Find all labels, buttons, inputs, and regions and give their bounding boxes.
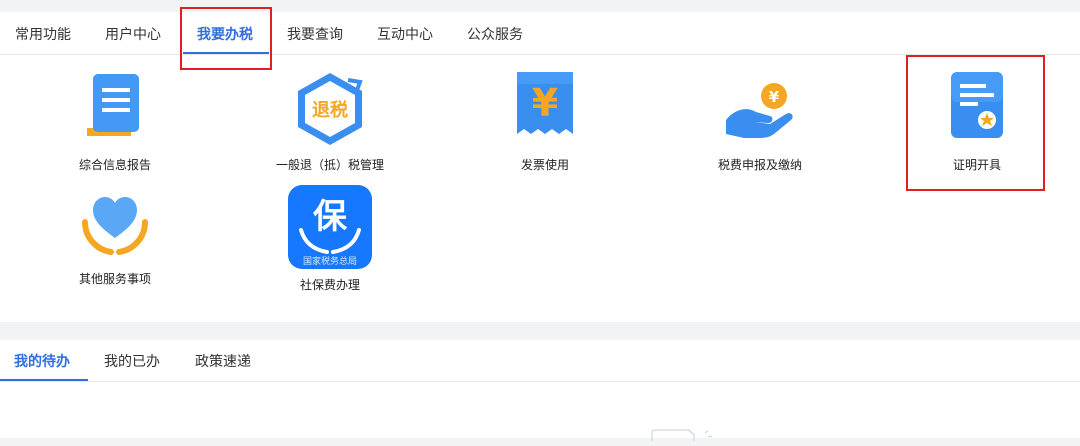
section-gap <box>0 322 1080 340</box>
tile-invoice-use[interactable]: ¥ 发票使用 <box>455 70 635 173</box>
highlight-box-tab <box>180 7 272 70</box>
report-document-icon <box>75 70 155 150</box>
tab-user-center[interactable]: 用户中心 <box>104 12 162 54</box>
highlight-box-certificate <box>906 55 1045 191</box>
social-insurance-icon: 保 国家税务总局 <box>287 184 373 270</box>
tile-label: 其他服务事项 <box>78 272 151 286</box>
hand-coin-icon: ¥ <box>720 70 800 150</box>
heart-hands-icon <box>75 184 155 264</box>
tab-public-services[interactable]: 公众服务 <box>466 12 524 54</box>
top-tab-bar: 常用功能 用户中心 我要办税 我要查询 互动中心 公众服务 <box>0 12 1080 55</box>
tab-common-functions[interactable]: 常用功能 <box>14 12 72 54</box>
tab-policy-news[interactable]: 政策速递 <box>195 340 251 381</box>
tile-label: 一般退（抵）税管理 <box>275 158 384 172</box>
tile-label: 发票使用 <box>520 158 569 172</box>
bottom-tab-bar: 我的待办 我的已办 政策速递 <box>0 340 1080 382</box>
svg-text:¥: ¥ <box>769 88 780 106</box>
svg-text:保: 保 <box>313 197 348 237</box>
svg-text:国家税务总局: 国家税务总局 <box>303 255 357 267</box>
tile-label: 税费申报及缴纳 <box>717 158 802 172</box>
tile-label: 综合信息报告 <box>78 158 151 172</box>
tile-tax-declaration-payment[interactable]: ¥ 税费申报及缴纳 <box>670 70 850 173</box>
tab-my-todo[interactable]: 我的待办 <box>14 340 70 381</box>
svg-text:退税: 退税 <box>312 99 348 121</box>
svg-text:¥: ¥ <box>532 81 558 125</box>
service-panel: 常用功能 用户中心 我要办税 我要查询 互动中心 公众服务 综合信息报告 退税 … <box>0 7 1080 322</box>
active-tab-indicator <box>0 379 88 381</box>
todo-panel: 我的待办 我的已办 政策速递 <box>0 340 1080 441</box>
tile-tax-refund-management[interactable]: 退税 一般退（抵）税管理 <box>240 70 420 173</box>
tile-other-services[interactable]: 其他服务事项 <box>25 184 205 287</box>
tile-label: 社保费办理 <box>299 278 360 292</box>
tax-refund-hexagon-icon: 退税 <box>290 70 370 150</box>
tab-inquiry[interactable]: 我要查询 <box>286 12 344 54</box>
invoice-yen-icon: ¥ <box>505 70 585 150</box>
tile-social-insurance[interactable]: 保 国家税务总局 社保费办理 <box>240 184 420 293</box>
empty-state-icon <box>650 428 720 441</box>
tab-my-done[interactable]: 我的已办 <box>104 340 160 381</box>
tab-interaction-center[interactable]: 互动中心 <box>376 12 434 54</box>
top-strip <box>0 0 1080 12</box>
tile-comprehensive-report[interactable]: 综合信息报告 <box>25 70 205 173</box>
